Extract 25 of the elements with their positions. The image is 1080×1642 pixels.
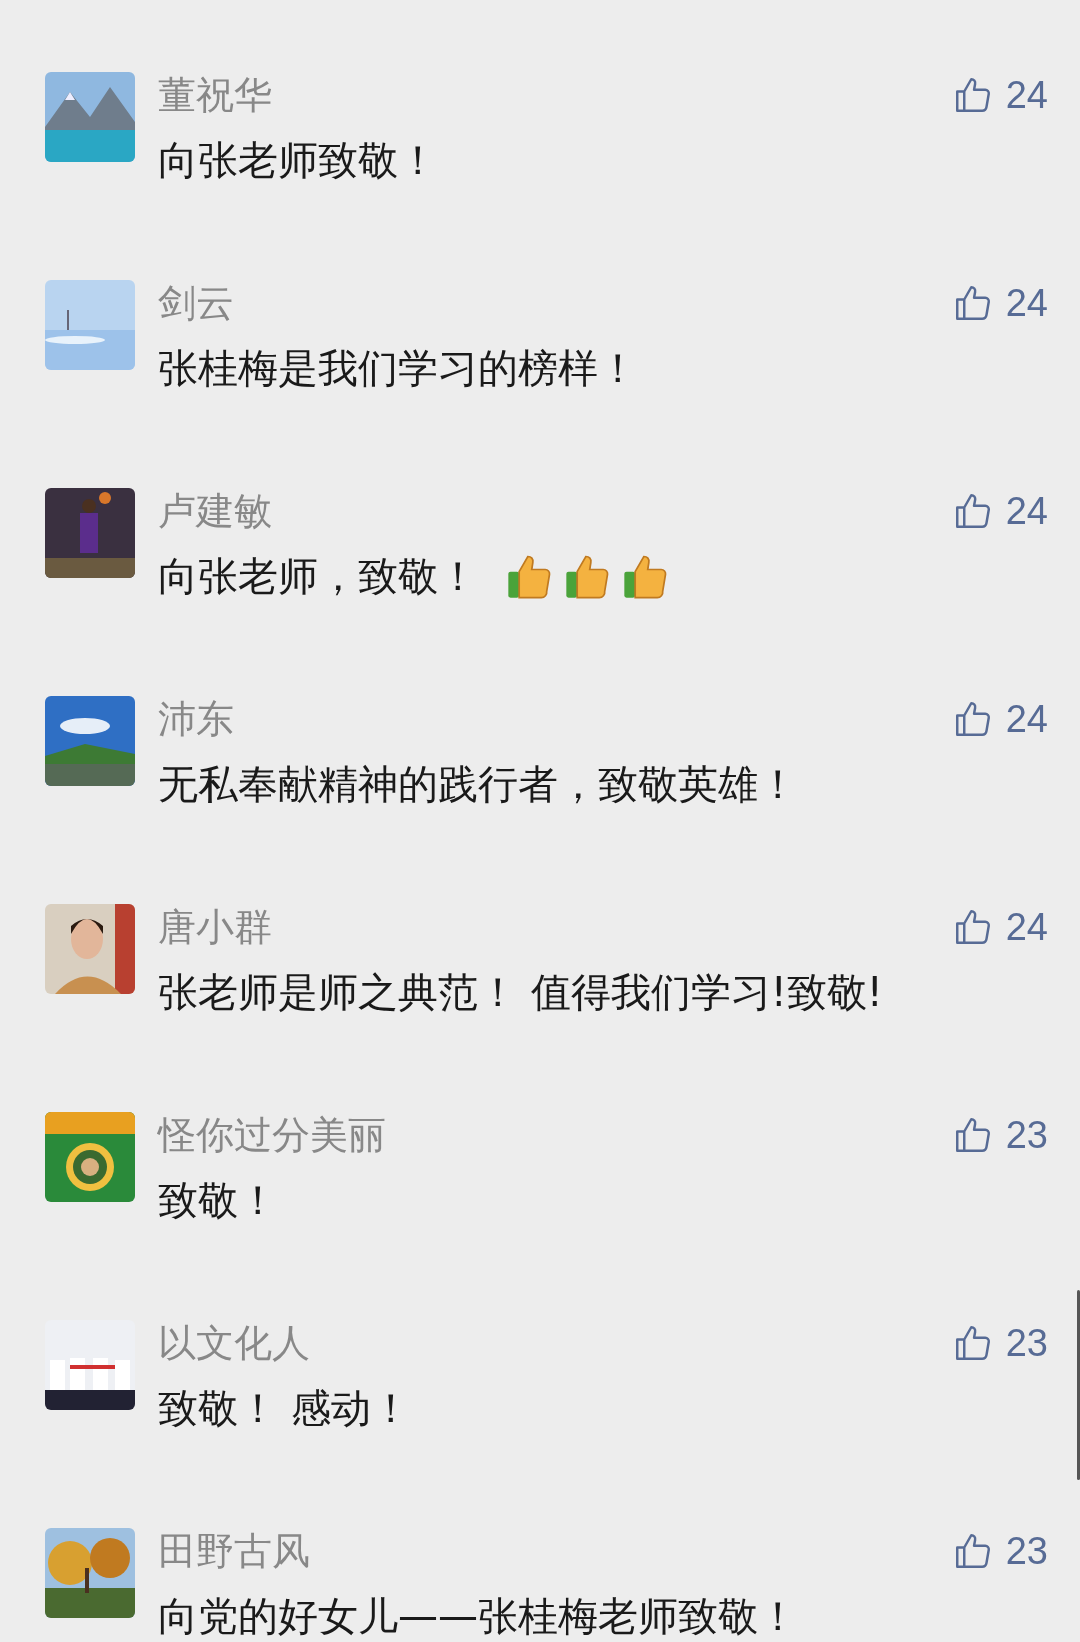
commenter-name: 怪你过分美丽 [158,1112,386,1158]
commenter-name: 董祝华 [158,72,272,118]
like-count: 24 [1005,697,1048,742]
commenter-name: 剑云 [158,280,234,326]
comment-text: 张桂梅是我们学习的榜样！ [158,344,638,393]
comment-text: 张老师是师之典范！ 值得我们学习!致敬! [158,968,883,1017]
commenter-name: 以文化人 [158,1320,310,1366]
like-count: 23 [1005,1321,1048,1366]
like-count: 24 [1005,905,1048,950]
like-count: 23 [1005,1113,1048,1158]
like-count: 24 [1005,489,1048,534]
scroll-bar[interactable] [1077,1290,1080,1480]
comment-text: 无私奉献精神的践行者，致敬英雄！ [158,760,798,809]
like-count: 24 [1005,73,1048,118]
commenter-name: 沛东 [158,696,234,742]
comment-text: 向张老师致敬！ [158,136,438,185]
like-count: 23 [1005,1529,1048,1574]
commenter-name: 唐小群 [158,904,272,950]
commenter-name: 田野古风 [158,1528,310,1574]
comment-text: 向张老师，致敬！ [158,552,478,601]
comment-text: 向党的好女儿——张桂梅老师致敬！ [158,1592,798,1641]
comment-text: 致敬！ 感动！ [158,1384,411,1433]
commenter-name: 卢建敏 [158,488,272,534]
comment-text: 致敬！ [158,1176,278,1225]
like-count: 24 [1005,281,1048,326]
